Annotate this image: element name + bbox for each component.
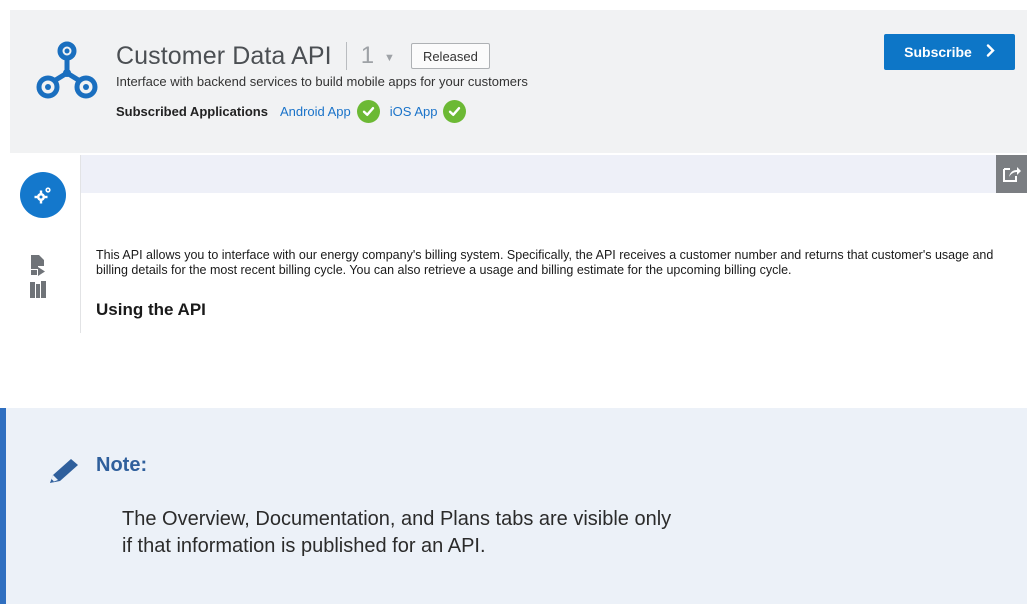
nav-documentation[interactable]	[28, 254, 48, 276]
chevron-right-icon	[986, 43, 995, 61]
subscribe-button[interactable]: Subscribe	[884, 34, 1015, 70]
note-box: Note: The Overview, Documentation, and P…	[0, 408, 1027, 604]
note-accent-bar	[0, 408, 6, 604]
gear-icon	[34, 187, 51, 204]
app-link-ios[interactable]: iOS App	[390, 104, 438, 119]
version-number[interactable]: 1	[361, 42, 374, 70]
nav-overview[interactable]	[20, 172, 66, 218]
note-title: Note:	[96, 454, 148, 476]
map-icon	[30, 281, 46, 298]
note-text: The Overview, Documentation, and Plans t…	[122, 508, 672, 557]
content-toolbar	[81, 155, 1027, 193]
side-nav	[20, 168, 70, 338]
check-circle-icon	[443, 99, 467, 123]
title-divider	[345, 42, 347, 70]
app-link-android[interactable]: Android App	[280, 104, 351, 119]
nav-plans[interactable]	[28, 280, 48, 300]
share-icon	[1002, 167, 1021, 182]
subscribed-apps-label: Subscribed Applications	[116, 103, 268, 119]
check-circle-icon	[356, 99, 380, 123]
document-icon	[31, 255, 45, 276]
share-button[interactable]	[996, 155, 1027, 193]
subscribed-apps: Subscribed Applications Android App iOS …	[116, 99, 476, 123]
section-heading: Using the API	[96, 300, 206, 319]
subscribe-label: Subscribe	[904, 44, 972, 60]
pencil-icon	[50, 459, 78, 483]
title-row: Customer Data API 1 ▼ Released	[116, 40, 490, 72]
api-header: Customer Data API 1 ▼ Released Interface…	[10, 10, 1027, 153]
overview-text: This API allows you to interface with ou…	[96, 248, 994, 277]
api-description: Interface with backend services to build…	[116, 74, 528, 89]
api-title: Customer Data API	[116, 41, 332, 70]
api-network-icon	[36, 41, 98, 99]
status-badge: Released	[410, 43, 490, 69]
chevron-down-icon[interactable]: ▼	[384, 52, 395, 64]
